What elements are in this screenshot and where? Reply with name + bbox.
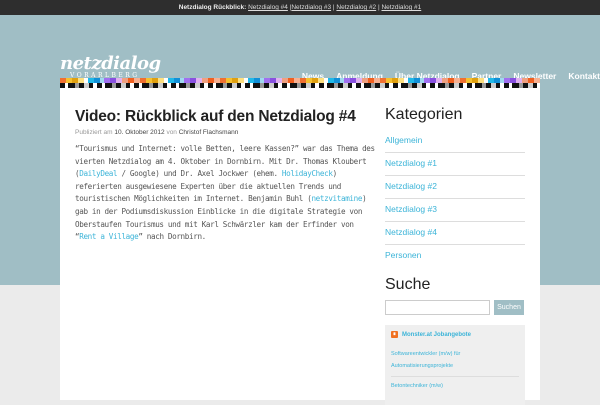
categories-title: Kategorien [385, 106, 463, 123]
logo[interactable]: netzdialog VORARLBERG [60, 53, 161, 79]
link-netzvitamine[interactable]: netzvitamine [311, 194, 362, 203]
jobs-title[interactable]: Monster.at Jobangebote [402, 332, 471, 338]
jobs-widget: ∎ Monster.at Jobangebote Softwareentwickl… [385, 325, 525, 405]
post-body: “Tourismus und Internet: volle Betten, l… [75, 144, 375, 242]
main-area: Video: Rückblick auf den Netzdialog #4 P… [60, 88, 540, 405]
category-item[interactable]: Netzdialog #1 [385, 153, 525, 176]
rss-icon: ∎ [391, 331, 398, 338]
recap-link-3[interactable]: Netzdialog #3 [291, 4, 331, 11]
sidebar: Kategorien Allgemein Netzdialog #1 Netzd… [385, 106, 525, 405]
category-item[interactable]: Allgemein [385, 130, 525, 153]
category-item[interactable]: Netzdialog #4 [385, 222, 525, 245]
job-item[interactable]: Betontechniker (m/w) [391, 383, 519, 389]
top-bar: Netzdialog Rückblick: Netzdialog #4 |Net… [0, 0, 600, 15]
logo-title: netzdialog [60, 53, 161, 74]
search-input[interactable] [385, 300, 490, 315]
link-holidaycheck[interactable]: HolidayCheck [282, 169, 333, 178]
recap-link-1[interactable]: Netzdialog #1 [381, 4, 421, 11]
category-item[interactable]: Netzdialog #3 [385, 199, 525, 222]
post-meta: Publiziert am 10. Oktober 2012 von Chris… [75, 129, 239, 136]
post-author[interactable]: Christof Flachsmann [179, 129, 239, 136]
link-rent-a-village[interactable]: Rent a Village [79, 232, 138, 241]
job-item[interactable]: Softwareentwickler (m/w) für Automatisie… [391, 348, 519, 377]
post-date[interactable]: 10. Oktober 2012 [114, 129, 164, 136]
post: Video: Rückblick auf den Netzdialog #4 P… [75, 108, 375, 244]
category-item[interactable]: Netzdialog #2 [385, 176, 525, 199]
search-title: Suche [385, 276, 431, 293]
link-dailydeal[interactable]: DailyDeal [79, 169, 117, 178]
nav-kontakt[interactable]: Kontakt [568, 71, 600, 81]
search-form: Suchen [385, 300, 525, 315]
category-item[interactable]: Personen [385, 245, 525, 268]
recap-label: Netzdialog Rückblick: [178, 4, 247, 11]
search-button[interactable]: Suchen [494, 300, 524, 315]
recap-link-4[interactable]: Netzdialog #4 [248, 4, 288, 11]
recap-link-2[interactable]: Netzdialog #2 [336, 4, 376, 11]
post-title[interactable]: Video: Rückblick auf den Netzdialog #4 [75, 108, 375, 126]
pixel-strip [60, 78, 540, 88]
